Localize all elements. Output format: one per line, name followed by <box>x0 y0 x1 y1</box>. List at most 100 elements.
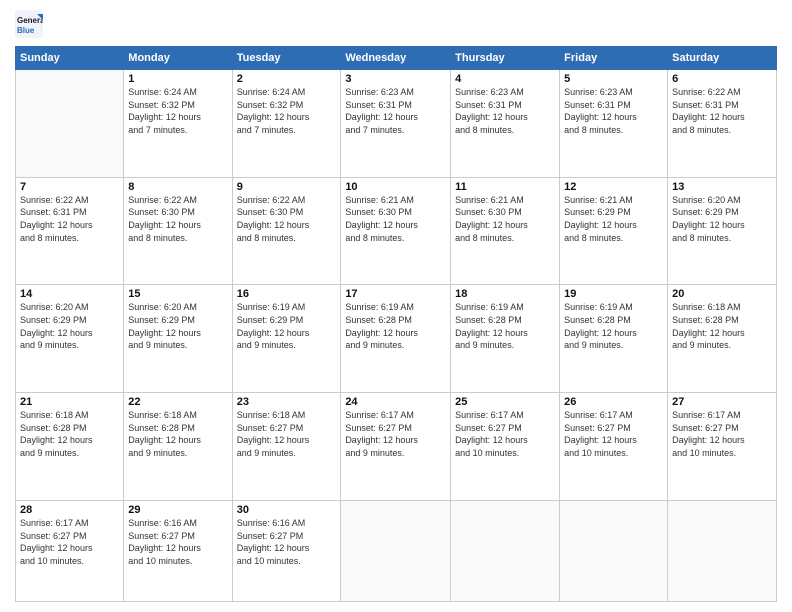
col-header-thursday: Thursday <box>451 47 560 70</box>
day-info: Sunrise: 6:22 AM Sunset: 6:31 PM Dayligh… <box>20 194 119 244</box>
day-cell: 11Sunrise: 6:21 AM Sunset: 6:30 PM Dayli… <box>451 177 560 285</box>
week-row-4: 21Sunrise: 6:18 AM Sunset: 6:28 PM Dayli… <box>16 393 777 501</box>
day-cell: 15Sunrise: 6:20 AM Sunset: 6:29 PM Dayli… <box>124 285 232 393</box>
day-number: 5 <box>564 73 663 85</box>
day-number: 19 <box>564 288 663 300</box>
logo: General Blue <box>15 10 47 38</box>
day-number: 1 <box>128 73 227 85</box>
day-cell: 20Sunrise: 6:18 AM Sunset: 6:28 PM Dayli… <box>668 285 777 393</box>
day-info: Sunrise: 6:19 AM Sunset: 6:28 PM Dayligh… <box>345 301 446 351</box>
day-number: 22 <box>128 396 227 408</box>
day-info: Sunrise: 6:23 AM Sunset: 6:31 PM Dayligh… <box>564 86 663 136</box>
day-number: 27 <box>672 396 772 408</box>
day-cell: 23Sunrise: 6:18 AM Sunset: 6:27 PM Dayli… <box>232 393 341 501</box>
day-cell <box>451 500 560 601</box>
day-number: 14 <box>20 288 119 300</box>
col-header-saturday: Saturday <box>668 47 777 70</box>
day-number: 4 <box>455 73 555 85</box>
day-info: Sunrise: 6:18 AM Sunset: 6:27 PM Dayligh… <box>237 409 337 459</box>
day-info: Sunrise: 6:16 AM Sunset: 6:27 PM Dayligh… <box>128 517 227 567</box>
day-number: 12 <box>564 181 663 193</box>
day-number: 13 <box>672 181 772 193</box>
day-number: 20 <box>672 288 772 300</box>
day-cell <box>341 500 451 601</box>
day-info: Sunrise: 6:18 AM Sunset: 6:28 PM Dayligh… <box>672 301 772 351</box>
day-info: Sunrise: 6:22 AM Sunset: 6:30 PM Dayligh… <box>237 194 337 244</box>
week-row-5: 28Sunrise: 6:17 AM Sunset: 6:27 PM Dayli… <box>16 500 777 601</box>
day-cell <box>16 70 124 178</box>
day-number: 11 <box>455 181 555 193</box>
day-info: Sunrise: 6:17 AM Sunset: 6:27 PM Dayligh… <box>672 409 772 459</box>
day-number: 8 <box>128 181 227 193</box>
col-header-monday: Monday <box>124 47 232 70</box>
day-number: 23 <box>237 396 337 408</box>
day-cell: 28Sunrise: 6:17 AM Sunset: 6:27 PM Dayli… <box>16 500 124 601</box>
day-cell: 1Sunrise: 6:24 AM Sunset: 6:32 PM Daylig… <box>124 70 232 178</box>
day-cell: 25Sunrise: 6:17 AM Sunset: 6:27 PM Dayli… <box>451 393 560 501</box>
day-cell: 14Sunrise: 6:20 AM Sunset: 6:29 PM Dayli… <box>16 285 124 393</box>
day-info: Sunrise: 6:17 AM Sunset: 6:27 PM Dayligh… <box>20 517 119 567</box>
day-number: 15 <box>128 288 227 300</box>
day-number: 21 <box>20 396 119 408</box>
day-cell: 19Sunrise: 6:19 AM Sunset: 6:28 PM Dayli… <box>560 285 668 393</box>
day-cell <box>668 500 777 601</box>
day-cell: 3Sunrise: 6:23 AM Sunset: 6:31 PM Daylig… <box>341 70 451 178</box>
day-number: 29 <box>128 504 227 516</box>
header: General Blue <box>15 10 777 38</box>
day-number: 25 <box>455 396 555 408</box>
day-number: 10 <box>345 181 446 193</box>
day-number: 24 <box>345 396 446 408</box>
day-info: Sunrise: 6:19 AM Sunset: 6:28 PM Dayligh… <box>455 301 555 351</box>
day-info: Sunrise: 6:20 AM Sunset: 6:29 PM Dayligh… <box>20 301 119 351</box>
day-cell: 22Sunrise: 6:18 AM Sunset: 6:28 PM Dayli… <box>124 393 232 501</box>
day-info: Sunrise: 6:24 AM Sunset: 6:32 PM Dayligh… <box>237 86 337 136</box>
day-cell: 17Sunrise: 6:19 AM Sunset: 6:28 PM Dayli… <box>341 285 451 393</box>
header-row: SundayMondayTuesdayWednesdayThursdayFrid… <box>16 47 777 70</box>
day-info: Sunrise: 6:21 AM Sunset: 6:30 PM Dayligh… <box>345 194 446 244</box>
day-cell: 12Sunrise: 6:21 AM Sunset: 6:29 PM Dayli… <box>560 177 668 285</box>
day-number: 9 <box>237 181 337 193</box>
day-info: Sunrise: 6:16 AM Sunset: 6:27 PM Dayligh… <box>237 517 337 567</box>
day-info: Sunrise: 6:22 AM Sunset: 6:30 PM Dayligh… <box>128 194 227 244</box>
week-row-3: 14Sunrise: 6:20 AM Sunset: 6:29 PM Dayli… <box>16 285 777 393</box>
calendar-table: SundayMondayTuesdayWednesdayThursdayFrid… <box>15 46 777 602</box>
day-number: 17 <box>345 288 446 300</box>
day-info: Sunrise: 6:24 AM Sunset: 6:32 PM Dayligh… <box>128 86 227 136</box>
day-number: 26 <box>564 396 663 408</box>
day-number: 6 <box>672 73 772 85</box>
day-cell: 16Sunrise: 6:19 AM Sunset: 6:29 PM Dayli… <box>232 285 341 393</box>
day-info: Sunrise: 6:23 AM Sunset: 6:31 PM Dayligh… <box>455 86 555 136</box>
day-info: Sunrise: 6:19 AM Sunset: 6:29 PM Dayligh… <box>237 301 337 351</box>
day-cell: 29Sunrise: 6:16 AM Sunset: 6:27 PM Dayli… <box>124 500 232 601</box>
day-cell: 21Sunrise: 6:18 AM Sunset: 6:28 PM Dayli… <box>16 393 124 501</box>
col-header-tuesday: Tuesday <box>232 47 341 70</box>
day-number: 30 <box>237 504 337 516</box>
day-cell: 13Sunrise: 6:20 AM Sunset: 6:29 PM Dayli… <box>668 177 777 285</box>
col-header-wednesday: Wednesday <box>341 47 451 70</box>
col-header-sunday: Sunday <box>16 47 124 70</box>
day-cell: 10Sunrise: 6:21 AM Sunset: 6:30 PM Dayli… <box>341 177 451 285</box>
day-info: Sunrise: 6:22 AM Sunset: 6:31 PM Dayligh… <box>672 86 772 136</box>
week-row-1: 1Sunrise: 6:24 AM Sunset: 6:32 PM Daylig… <box>16 70 777 178</box>
day-cell: 9Sunrise: 6:22 AM Sunset: 6:30 PM Daylig… <box>232 177 341 285</box>
day-cell: 7Sunrise: 6:22 AM Sunset: 6:31 PM Daylig… <box>16 177 124 285</box>
day-info: Sunrise: 6:18 AM Sunset: 6:28 PM Dayligh… <box>20 409 119 459</box>
day-cell <box>560 500 668 601</box>
day-cell: 30Sunrise: 6:16 AM Sunset: 6:27 PM Dayli… <box>232 500 341 601</box>
day-number: 28 <box>20 504 119 516</box>
day-cell: 8Sunrise: 6:22 AM Sunset: 6:30 PM Daylig… <box>124 177 232 285</box>
day-cell: 18Sunrise: 6:19 AM Sunset: 6:28 PM Dayli… <box>451 285 560 393</box>
day-number: 7 <box>20 181 119 193</box>
day-cell: 5Sunrise: 6:23 AM Sunset: 6:31 PM Daylig… <box>560 70 668 178</box>
day-info: Sunrise: 6:21 AM Sunset: 6:30 PM Dayligh… <box>455 194 555 244</box>
day-number: 3 <box>345 73 446 85</box>
day-info: Sunrise: 6:18 AM Sunset: 6:28 PM Dayligh… <box>128 409 227 459</box>
day-info: Sunrise: 6:17 AM Sunset: 6:27 PM Dayligh… <box>345 409 446 459</box>
day-cell: 27Sunrise: 6:17 AM Sunset: 6:27 PM Dayli… <box>668 393 777 501</box>
day-info: Sunrise: 6:17 AM Sunset: 6:27 PM Dayligh… <box>455 409 555 459</box>
day-cell: 6Sunrise: 6:22 AM Sunset: 6:31 PM Daylig… <box>668 70 777 178</box>
logo-icon: General Blue <box>15 10 43 38</box>
week-row-2: 7Sunrise: 6:22 AM Sunset: 6:31 PM Daylig… <box>16 177 777 285</box>
day-cell: 2Sunrise: 6:24 AM Sunset: 6:32 PM Daylig… <box>232 70 341 178</box>
col-header-friday: Friday <box>560 47 668 70</box>
